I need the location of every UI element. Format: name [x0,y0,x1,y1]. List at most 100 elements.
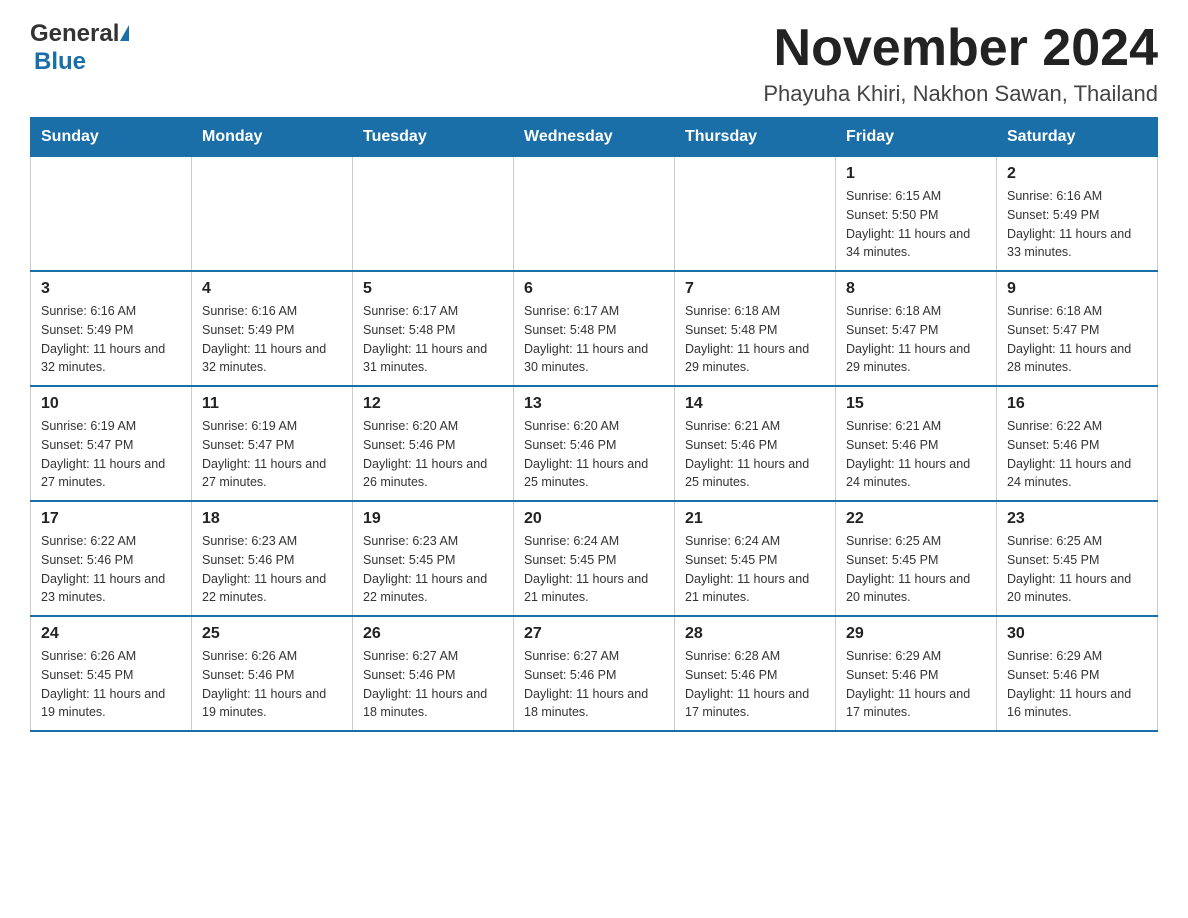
calendar-cell: 18 Sunrise: 6:23 AMSunset: 5:46 PMDayligh… [192,501,353,616]
day-info: Sunrise: 6:17 AMSunset: 5:48 PMDaylight:… [363,302,503,377]
day-info: Sunrise: 6:29 AMSunset: 5:46 PMDaylight:… [1007,647,1147,722]
day-info: Sunrise: 6:26 AMSunset: 5:46 PMDaylight:… [202,647,342,722]
calendar-cell [31,157,192,272]
calendar-cell: 22Sunrise: 6:25 AMSunset: 5:45 PMDayligh… [836,501,997,616]
day-info: Sunrise: 6:22 AMSunset: 5:46 PMDaylight:… [1007,417,1147,492]
day-info: Sunrise: 6:26 AMSunset: 5:45 PMDaylight:… [41,647,181,722]
day-info: Sunrise: 6:18 AMSunset: 5:47 PMDaylight:… [1007,302,1147,377]
weekday-header-thursday: Thursday [675,118,836,157]
day-info: Sunrise: 6:16 AMSunset: 5:49 PMDaylight:… [1007,187,1147,262]
calendar-cell: 19 Sunrise: 6:23 AMSunset: 5:45 PMDayligh… [353,501,514,616]
calendar-cell: 14Sunrise: 6:21 AMSunset: 5:46 PMDayligh… [675,386,836,501]
day-number: 9 [1007,280,1147,298]
day-info: Sunrise: 6:18 AMSunset: 5:47 PMDaylight:… [846,302,986,377]
weekday-header-monday: Monday [192,118,353,157]
logo-general: General [30,20,119,48]
day-number: 4 [202,280,342,298]
calendar-cell: 27Sunrise: 6:27 AMSunset: 5:46 PMDayligh… [514,616,675,731]
calendar-cell: 13Sunrise: 6:20 AMSunset: 5:46 PMDayligh… [514,386,675,501]
calendar-cell [353,157,514,272]
page-header: General Blue November 2024 Phayuha Khiri… [30,20,1158,107]
calendar-cell: 16 Sunrise: 6:22 AMSunset: 5:46 PMDayligh… [997,386,1158,501]
day-info: Sunrise: 6:24 AMSunset: 5:45 PMDaylight:… [685,532,825,607]
day-info: Sunrise: 6:19 AMSunset: 5:47 PMDaylight:… [202,417,342,492]
calendar-cell: 6 Sunrise: 6:17 AMSunset: 5:48 PMDaylight… [514,271,675,386]
day-info: Sunrise: 6:22 AMSunset: 5:46 PMDaylight:… [41,532,181,607]
calendar-cell: 2 Sunrise: 6:16 AMSunset: 5:49 PMDaylight… [997,157,1158,272]
calendar-cell: 4 Sunrise: 6:16 AMSunset: 5:49 PMDaylight… [192,271,353,386]
calendar-cell: 29 Sunrise: 6:29 AMSunset: 5:46 PMDayligh… [836,616,997,731]
day-info: Sunrise: 6:27 AMSunset: 5:46 PMDaylight:… [524,647,664,722]
day-info: Sunrise: 6:27 AMSunset: 5:46 PMDaylight:… [363,647,503,722]
title-block: November 2024 Phayuha Khiri, Nakhon Sawa… [763,20,1158,107]
day-number: 11 [202,395,342,413]
day-number: 20 [524,510,664,528]
calendar-week-4: 17 Sunrise: 6:22 AMSunset: 5:46 PMDayligh… [31,501,1158,616]
day-number: 7 [685,280,825,298]
day-info: Sunrise: 6:29 AMSunset: 5:46 PMDaylight:… [846,647,986,722]
calendar-week-1: 1Sunrise: 6:15 AMSunset: 5:50 PMDaylight… [31,157,1158,272]
calendar-body: 1Sunrise: 6:15 AMSunset: 5:50 PMDaylight… [31,157,1158,732]
calendar-cell: 28 Sunrise: 6:28 AMSunset: 5:46 PMDayligh… [675,616,836,731]
day-number: 17 [41,510,181,528]
day-number: 12 [363,395,503,413]
calendar-cell: 5 Sunrise: 6:17 AMSunset: 5:48 PMDaylight… [353,271,514,386]
day-info: Sunrise: 6:24 AMSunset: 5:45 PMDaylight:… [524,532,664,607]
day-number: 6 [524,280,664,298]
calendar-cell: 7 Sunrise: 6:18 AMSunset: 5:48 PMDaylight… [675,271,836,386]
calendar-week-5: 24 Sunrise: 6:26 AMSunset: 5:45 PMDayligh… [31,616,1158,731]
calendar-cell: 15Sunrise: 6:21 AMSunset: 5:46 PMDayligh… [836,386,997,501]
day-number: 8 [846,280,986,298]
day-number: 24 [41,625,181,643]
calendar-cell: 10Sunrise: 6:19 AMSunset: 5:47 PMDayligh… [31,386,192,501]
day-info: Sunrise: 6:21 AMSunset: 5:46 PMDaylight:… [846,417,986,492]
day-info: Sunrise: 6:25 AMSunset: 5:45 PMDaylight:… [846,532,986,607]
month-title: November 2024 [763,20,1158,77]
calendar-cell: 30 Sunrise: 6:29 AMSunset: 5:46 PMDayligh… [997,616,1158,731]
day-number: 25 [202,625,342,643]
calendar-cell: 3Sunrise: 6:16 AMSunset: 5:49 PMDaylight… [31,271,192,386]
calendar-cell: 23 Sunrise: 6:25 AMSunset: 5:45 PMDayligh… [997,501,1158,616]
day-info: Sunrise: 6:28 AMSunset: 5:46 PMDaylight:… [685,647,825,722]
day-number: 29 [846,625,986,643]
day-number: 21 [685,510,825,528]
location-title: Phayuha Khiri, Nakhon Sawan, Thailand [763,81,1158,107]
day-number: 3 [41,280,181,298]
calendar-cell: 9 Sunrise: 6:18 AMSunset: 5:47 PMDaylight… [997,271,1158,386]
day-number: 30 [1007,625,1147,643]
day-info: Sunrise: 6:20 AMSunset: 5:46 PMDaylight:… [363,417,503,492]
weekday-header-sunday: Sunday [31,118,192,157]
calendar-cell: 11 Sunrise: 6:19 AMSunset: 5:47 PMDayligh… [192,386,353,501]
day-info: Sunrise: 6:16 AMSunset: 5:49 PMDaylight:… [202,302,342,377]
day-number: 23 [1007,510,1147,528]
calendar-cell: 8 Sunrise: 6:18 AMSunset: 5:47 PMDaylight… [836,271,997,386]
day-number: 10 [41,395,181,413]
day-number: 16 [1007,395,1147,413]
calendar-week-3: 10 Sunrise: 6:19 AMSunset: 5:47 PMDayligh… [31,386,1158,501]
day-info: Sunrise: 6:15 AMSunset: 5:50 PMDaylight:… [846,187,986,262]
weekday-header-tuesday: Tuesday [353,118,514,157]
day-info: Sunrise: 6:17 AMSunset: 5:48 PMDaylight:… [524,302,664,377]
day-info: Sunrise: 6:18 AMSunset: 5:48 PMDaylight:… [685,302,825,377]
calendar-cell: 20 Sunrise: 6:24 AMSunset: 5:45 PMDayligh… [514,501,675,616]
day-info: Sunrise: 6:23 AMSunset: 5:46 PMDaylight:… [202,532,342,607]
weekday-header-saturday: Saturday [997,118,1158,157]
day-number: 28 [685,625,825,643]
calendar-cell [675,157,836,272]
calendar-table: SundayMondayTuesdayWednesdayThursdayFrid… [30,117,1158,732]
day-info: Sunrise: 6:25 AMSunset: 5:45 PMDaylight:… [1007,532,1147,607]
weekday-header-wednesday: Wednesday [514,118,675,157]
day-number: 18 [202,510,342,528]
day-info: Sunrise: 6:23 AMSunset: 5:45 PMDaylight:… [363,532,503,607]
calendar-cell: 24 Sunrise: 6:26 AMSunset: 5:45 PMDayligh… [31,616,192,731]
day-number: 2 [1007,165,1147,183]
calendar-cell: 25 Sunrise: 6:26 AMSunset: 5:46 PMDayligh… [192,616,353,731]
calendar-cell: 21 Sunrise: 6:24 AMSunset: 5:45 PMDayligh… [675,501,836,616]
day-number: 5 [363,280,503,298]
day-number: 19 [363,510,503,528]
calendar-cell: 12 Sunrise: 6:20 AMSunset: 5:46 PMDayligh… [353,386,514,501]
day-info: Sunrise: 6:20 AMSunset: 5:46 PMDaylight:… [524,417,664,492]
weekday-header-friday: Friday [836,118,997,157]
calendar-cell [192,157,353,272]
day-info: Sunrise: 6:21 AMSunset: 5:46 PMDaylight:… [685,417,825,492]
